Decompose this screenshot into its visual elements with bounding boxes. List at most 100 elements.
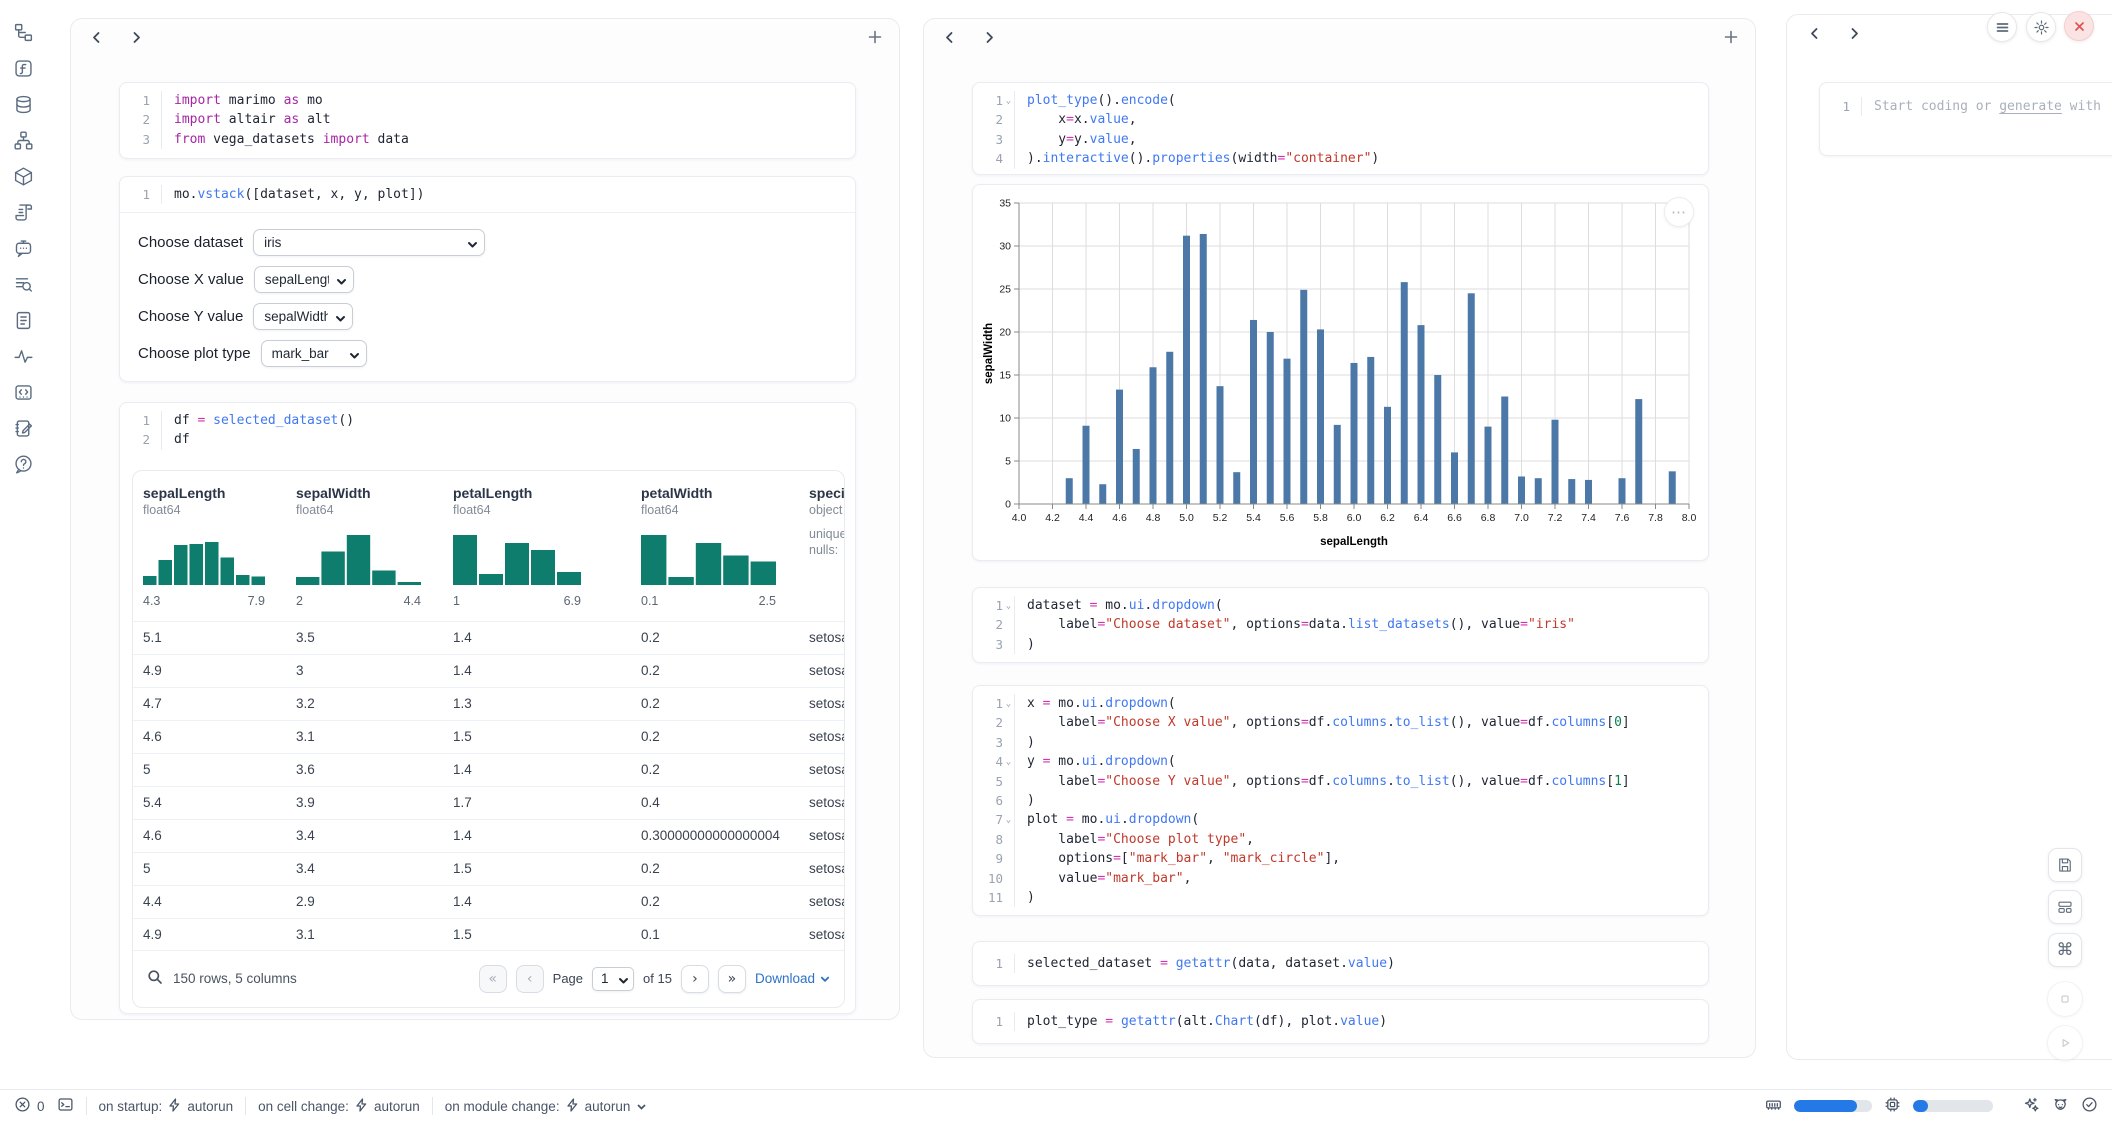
column-header-sepalLength[interactable]: sepalLengthfloat644.37.9 [143, 485, 296, 621]
table-cell: setosa [809, 655, 844, 687]
code-cell-dataframe[interactable]: 1df = selected_dataset()2df sepalLengthf… [119, 402, 856, 1014]
table-cell: 1.3 [453, 688, 641, 720]
notebook-column-2: 1⌄plot_type().encode(2 x=x.value,3 y=y.v… [923, 18, 1756, 1058]
next-page-button[interactable]: › [681, 965, 709, 993]
download-button[interactable]: Download [755, 971, 830, 986]
chevron-left-icon[interactable] [942, 30, 957, 45]
code-cell-plot-type[interactable]: 1plot_type = getattr(alt.Chart(df), plot… [972, 999, 1709, 1044]
run-button[interactable] [2047, 1025, 2083, 1061]
functions-icon[interactable] [13, 58, 34, 79]
chevron-right-icon[interactable] [129, 30, 144, 45]
feedback-cat-icon[interactable] [2052, 1096, 2069, 1116]
menu-button[interactable] [1987, 12, 2017, 42]
code-cell-xy-dropdowns[interactable]: 1⌄x = mo.ui.dropdown(2 label="Choose X v… [972, 685, 1709, 916]
table-cell: 3 [296, 655, 453, 687]
choose-y-value-select[interactable]: sepalWidth [253, 303, 353, 330]
error-count[interactable]: 0 [14, 1096, 45, 1116]
ai-sparkles-icon[interactable] [2023, 1096, 2040, 1116]
code-cell-plot-expr[interactable]: 1⌄plot_type().encode(2 x=x.value,3 y=y.v… [972, 82, 1709, 175]
keyboard-shortcuts-button[interactable]: ⌘ [2048, 933, 2082, 967]
code-line: 3) [977, 635, 1700, 654]
table-row[interactable]: 53.41.50.2setosa [133, 852, 844, 885]
file-tree-icon[interactable] [13, 22, 34, 43]
dependency-graph-icon[interactable] [13, 130, 34, 151]
table-row[interactable]: 4.63.41.40.30000000000000004setosa [133, 819, 844, 852]
scratchpad-icon[interactable] [13, 418, 34, 439]
layout-button[interactable] [2048, 890, 2082, 924]
page-select[interactable]: 1 [592, 967, 634, 991]
row-count-summary: 150 rows, 5 columns [173, 971, 297, 986]
table-row[interactable]: 4.93.11.50.1setosa [133, 918, 844, 951]
line-number: 1 [1824, 97, 1850, 116]
stop-button[interactable] [2047, 981, 2083, 1017]
table-row[interactable]: 53.61.40.2setosa [133, 753, 844, 786]
table-row[interactable]: 4.63.11.50.2setosa [133, 720, 844, 753]
table-cell: 1.5 [453, 919, 641, 951]
code-line: 3 y=y.value, [977, 130, 1700, 149]
code-cell-selected-dataset[interactable]: 1selected_dataset = getattr(data, datase… [972, 941, 1709, 986]
search-icon[interactable] [147, 969, 163, 988]
add-cell-icon[interactable] [867, 29, 883, 45]
table-cell: 5 [143, 754, 296, 786]
chart-menu-icon[interactable]: ⋯ [1664, 197, 1694, 227]
connection-status-icon[interactable] [2081, 1096, 2098, 1116]
save-icon [2056, 856, 2074, 874]
code-cell-dataset-dropdown[interactable]: 1⌄dataset = mo.ui.dropdown(2 label="Choo… [972, 587, 1709, 663]
table-row[interactable]: 4.73.21.30.2setosa [133, 687, 844, 720]
svg-text:0: 0 [1005, 499, 1011, 511]
logs-icon[interactable] [13, 202, 34, 223]
code-line: 1⌄x = mo.ui.dropdown( [977, 694, 1700, 713]
editor-placeholder[interactable]: Start coding or generate with [1861, 97, 2101, 116]
svg-text:4.8: 4.8 [1146, 512, 1161, 524]
on-module-change-setting[interactable]: on module change: autorun [445, 1098, 648, 1115]
choose-plot-type-select[interactable]: mark_bar [261, 340, 367, 367]
packages-icon[interactable] [13, 166, 34, 187]
snippets-icon[interactable] [13, 382, 34, 403]
datasources-icon[interactable] [13, 94, 34, 115]
ai-chat-icon[interactable] [13, 238, 34, 259]
empty-code-cell[interactable]: 1 Start coding or generate with [1819, 82, 2112, 156]
settings-button[interactable] [2026, 12, 2056, 42]
code-line: 1plot_type = getattr(alt.Chart(df), plot… [977, 1012, 1700, 1031]
choose-dataset-select[interactable]: iris [253, 229, 485, 256]
bar-chart[interactable]: 4.04.24.44.64.85.05.25.45.65.86.06.26.46… [981, 191, 1703, 553]
table-row[interactable]: 4.42.91.40.2setosa [133, 885, 844, 918]
code-line: 10 value="mark_bar", [977, 869, 1700, 888]
add-cell-icon[interactable] [1723, 29, 1739, 45]
table-cell: 1.5 [453, 853, 641, 885]
save-button[interactable] [2048, 848, 2082, 882]
table-cell: 0.2 [641, 688, 809, 720]
table-row[interactable]: 5.13.51.40.2setosa [133, 621, 844, 654]
dataframe-table: sepalLengthfloat644.37.9sepalWidthfloat6… [132, 470, 845, 1008]
terminal-icon[interactable] [57, 1096, 74, 1116]
table-row[interactable]: 5.43.91.70.4setosa [133, 786, 844, 819]
column-header-petalWidth[interactable]: petalWidthfloat640.12.5 [641, 485, 809, 621]
code-cell-imports[interactable]: 1import marimo as mo2import altair as al… [119, 82, 856, 159]
documentation-icon[interactable] [13, 310, 34, 331]
table-cell: 0.2 [641, 886, 809, 918]
tracing-icon[interactable] [13, 346, 34, 367]
chevron-right-icon[interactable] [1847, 26, 1862, 41]
table-cell: 3.5 [296, 622, 453, 654]
chevron-right-icon[interactable] [982, 30, 997, 45]
on-startup-setting[interactable]: on startup: autorun [99, 1098, 234, 1115]
prev-page-button[interactable]: ‹ [516, 965, 544, 993]
generate-with-ai-link[interactable]: generate [1999, 99, 2062, 114]
on-cell-change-setting[interactable]: on cell change: autorun [258, 1098, 420, 1115]
column-header-petalLength[interactable]: petalLengthfloat6416.9 [453, 485, 641, 621]
code-line: 2df [124, 430, 847, 449]
lightning-icon [355, 1098, 368, 1115]
help-icon[interactable] [13, 454, 34, 475]
code-cell-vstack[interactable]: 1mo.vstack([dataset, x, y, plot]) Choose… [119, 176, 856, 382]
control-label: Choose Y value [138, 308, 243, 325]
first-page-button[interactable]: « [479, 965, 507, 993]
last-page-button[interactable]: » [718, 965, 746, 993]
close-button[interactable] [2064, 11, 2094, 41]
column-header-sepalWidth[interactable]: sepalWidthfloat6424.4 [296, 485, 453, 621]
choose-x-value-select[interactable]: sepalLength [254, 266, 354, 293]
chevron-left-icon[interactable] [89, 30, 104, 45]
chevron-left-icon[interactable] [1807, 26, 1822, 41]
column-header-species[interactable]: speciesobjectunique:nulls: [809, 485, 844, 621]
table-row[interactable]: 4.931.40.2setosa [133, 654, 844, 687]
outline-search-icon[interactable] [13, 274, 34, 295]
